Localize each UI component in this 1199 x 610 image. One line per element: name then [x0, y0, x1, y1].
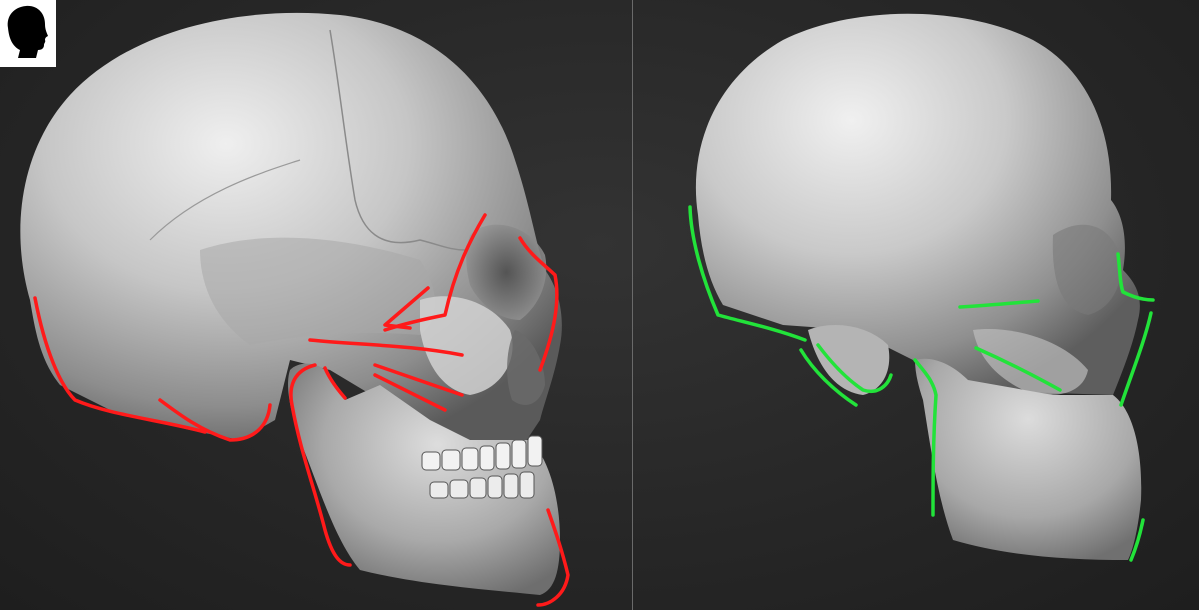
detailed-skull-render — [20, 12, 570, 607]
head-silhouette-icon — [7, 5, 48, 58]
sculpt-viewport[interactable] — [0, 0, 1199, 610]
left-view-panel[interactable] — [0, 0, 632, 610]
app-logo-badge[interactable] — [0, 0, 56, 67]
right-view-panel[interactable] — [633, 0, 1199, 610]
blockout-skull-render — [688, 13, 1155, 562]
cranium-blockout — [695, 13, 1140, 395]
